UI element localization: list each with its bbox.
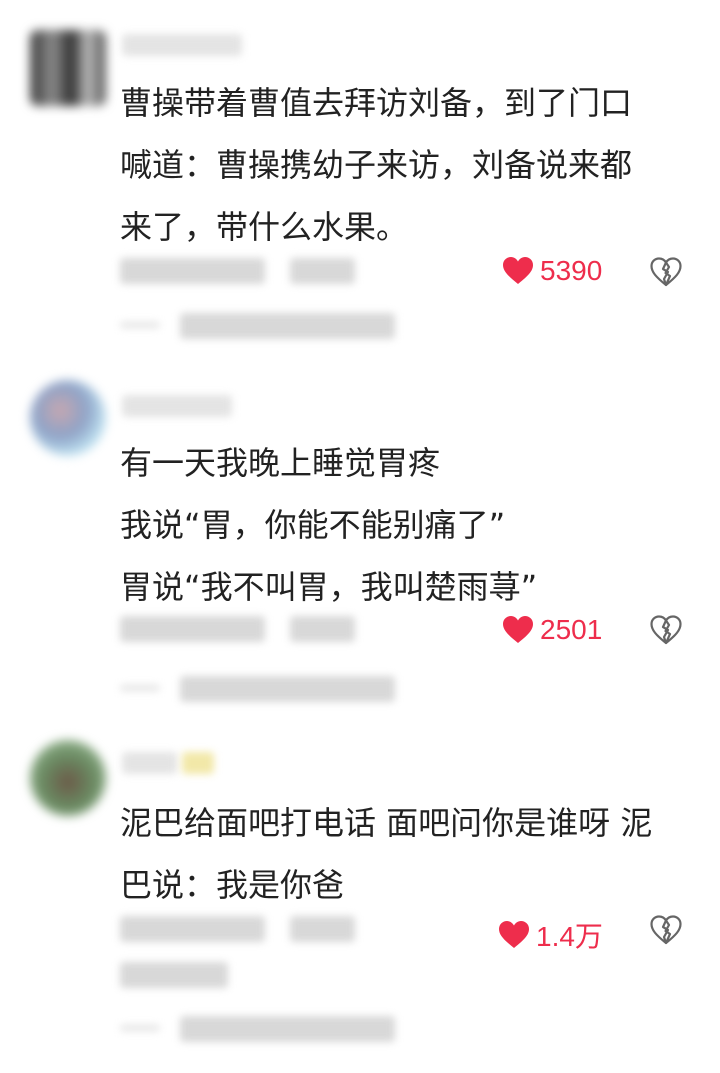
comment-meta-redacted: [120, 616, 265, 642]
comment-meta-redacted: [120, 916, 265, 942]
like-count: 1.4万: [536, 921, 603, 952]
comment-text-line: 巴说：我是你爸: [120, 866, 345, 904]
like-button[interactable]: 5390: [502, 255, 602, 287]
broken-heart-icon[interactable]: [650, 615, 682, 645]
comment-text-line: 胃说“我不叫胃，我叫楚雨荨”: [120, 568, 538, 606]
username-redacted[interactable]: [122, 752, 177, 774]
view-replies-redacted[interactable]: [180, 676, 395, 702]
like-count: 2501: [540, 614, 603, 645]
view-replies-redacted[interactable]: [180, 313, 395, 339]
user-badge-redacted: [182, 752, 214, 774]
comment-meta-redacted: [120, 258, 265, 284]
avatar[interactable]: [30, 380, 106, 456]
username-redacted[interactable]: [122, 34, 242, 56]
heart-icon: [499, 921, 529, 948]
heart-icon: [503, 257, 533, 284]
comment-text-line: 曹操带着曹值去拜访刘备，到了门口: [120, 84, 633, 122]
broken-heart-icon[interactable]: [650, 257, 682, 287]
avatar[interactable]: [30, 740, 106, 816]
comment-extra-redacted: [120, 962, 228, 988]
comment-text: 有一天我晚上睡觉胃疼 我说“胃，你能不能别痛了” 胃说“我不叫胃，我叫楚雨荨”: [120, 432, 700, 618]
comment-text: 曹操带着曹值去拜访刘备，到了门口 喊道：曹操携幼子来访，刘备说来都 来了，带什么…: [120, 72, 700, 258]
view-replies-redacted[interactable]: [180, 1016, 395, 1042]
username-redacted[interactable]: [122, 395, 232, 417]
comment-text-line: 我说“胃，你能不能别痛了”: [120, 506, 506, 544]
comment-text: 泥巴给面吧打电话 面吧问你是谁呀 泥 巴说：我是你爸: [120, 792, 700, 916]
broken-heart-icon[interactable]: [650, 915, 682, 945]
reply-button-redacted[interactable]: [290, 258, 355, 284]
comment-text-line: 有一天我晚上睡觉胃疼: [120, 444, 441, 482]
like-count: 5390: [540, 255, 603, 286]
comment-text-line: 喊道：曹操携幼子来访，刘备说来都: [120, 146, 633, 184]
reply-line-redacted: [120, 322, 160, 328]
comment-text-line: 来了，带什么水果。: [120, 208, 409, 246]
comment-text-line: 泥巴给面吧打电话 面吧问你是谁呀 泥: [120, 804, 653, 842]
reply-button-redacted[interactable]: [290, 616, 355, 642]
reply-line-redacted: [120, 685, 160, 691]
like-button[interactable]: 2501: [502, 614, 602, 646]
heart-icon: [503, 616, 533, 643]
avatar[interactable]: [30, 30, 106, 106]
reply-button-redacted[interactable]: [290, 916, 355, 942]
like-button[interactable]: 1.4万: [498, 915, 603, 955]
reply-line-redacted: [120, 1025, 160, 1031]
